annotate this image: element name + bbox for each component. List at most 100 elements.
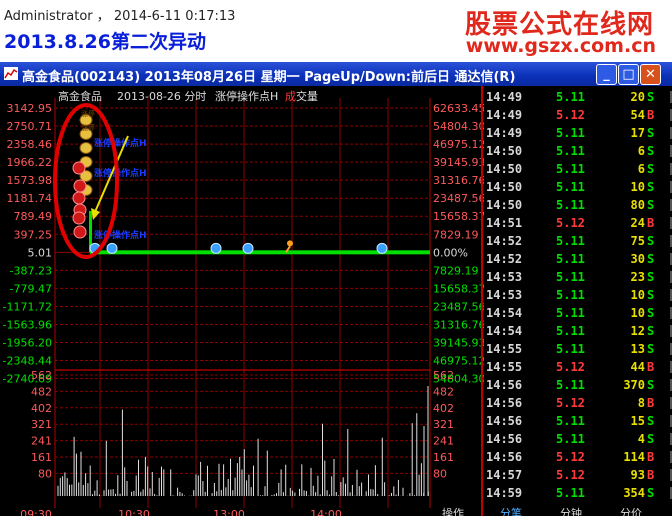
- maximize-button[interactable]: □: [618, 64, 639, 85]
- chart-date-label: 2013-08-26 分时: [117, 90, 206, 103]
- tick-time: 14:54: [486, 306, 523, 320]
- tick-row[interactable]: 14:51 5.12 24 B: [484, 214, 672, 232]
- tick-volume: 15: [630, 414, 645, 428]
- tick-volume: 4: [637, 432, 645, 446]
- tick-row[interactable]: 14:55 5.11 13 S: [484, 340, 672, 358]
- tick-time: 14:50: [486, 144, 523, 158]
- price-axis-label: 1573.98: [7, 174, 53, 187]
- time-axis-label: 10:30: [118, 508, 150, 516]
- tick-time: 14:59: [486, 486, 523, 500]
- tab-3[interactable]: 分价: [620, 507, 642, 516]
- tick-row[interactable]: 14:54 5.11 12 S: [484, 322, 672, 340]
- tick-flag: S: [647, 252, 655, 266]
- tick-row[interactable]: 14:52 5.11 30 S: [484, 250, 672, 268]
- tick-time: 14:51: [486, 216, 523, 230]
- tick-row[interactable]: 14:55 5.12 44 B: [484, 358, 672, 376]
- tick-time: 14:56: [486, 450, 523, 464]
- tick-row[interactable]: 14:56 5.11 15 S: [484, 412, 672, 430]
- tick-row[interactable]: 14:49 5.12 54 B: [484, 106, 672, 124]
- window-title: 高金食品(002143) 2013年08月26日 星期一 PageUp/Down…: [22, 70, 516, 85]
- tick-time: 14:56: [486, 378, 523, 392]
- app-icon: [4, 67, 18, 80]
- tick-flag: S: [647, 90, 655, 104]
- blue-ball-marker: [106, 242, 118, 254]
- percent-axis-label: 23487.56: [433, 192, 484, 205]
- indicator-label: 涨停操作点H: [215, 89, 278, 103]
- tick-volume: 54: [630, 108, 645, 122]
- tick-price: 5.11: [556, 180, 585, 194]
- tick-price: 5.11: [556, 90, 585, 104]
- tick-row[interactable]: 14:52 5.11 75 S: [484, 232, 672, 250]
- page-header: Administrator ， 2014-6-11 0:17:13 2013.8…: [0, 0, 672, 62]
- tick-row[interactable]: 14:50 5.11 10 S: [484, 178, 672, 196]
- tick-flag: S: [647, 180, 655, 194]
- tick-row[interactable]: 14:57 5.12 93 B: [484, 466, 672, 484]
- price-axis-label: 2358.46: [7, 138, 53, 151]
- tick-price: 5.12: [556, 360, 585, 374]
- percent-axis-label: 7829.19: [433, 264, 479, 277]
- tick-row[interactable]: 14:53 5.11 23 S: [484, 268, 672, 286]
- tick-row[interactable]: 14:54 5.11 10 S: [484, 304, 672, 322]
- tick-row[interactable]: 14:56 5.11 370 S: [484, 376, 672, 394]
- price-axis-label: -1171.72: [3, 300, 52, 313]
- tick-flag: B: [647, 360, 655, 374]
- price-axis-label: 789.49: [14, 210, 53, 223]
- tick-time: 14:49: [486, 90, 523, 104]
- tick-price: 5.11: [556, 252, 585, 266]
- window-titlebar[interactable]: 高金食品(002143) 2013年08月26日 星期一 PageUp/Down…: [0, 62, 672, 86]
- percent-axis-label: 7829.19: [433, 228, 479, 241]
- price-axis-label: 1966.22: [7, 156, 53, 169]
- blue-ball-marker: [210, 242, 222, 254]
- brand-url[interactable]: www.gszx.com.cn: [466, 35, 656, 57]
- tick-time: 14:49: [486, 108, 523, 122]
- tick-row[interactable]: 14:56 5.12 114 B: [484, 448, 672, 466]
- tick-price: 5.11: [556, 414, 585, 428]
- tick-price: 5.11: [556, 486, 585, 500]
- tick-flag: S: [647, 306, 655, 320]
- volume-axis-label-right: 80: [433, 467, 447, 480]
- ticklist-separator: [481, 86, 483, 516]
- tick-volume: 114: [623, 450, 645, 464]
- tick-flag: B: [647, 396, 655, 410]
- tick-flag: S: [647, 126, 655, 140]
- volume-label: 交量: [296, 89, 318, 103]
- tick-time: 14:52: [486, 252, 523, 266]
- tick-row[interactable]: 14:53 5.11 10 S: [484, 286, 672, 304]
- tab-0[interactable]: 操作: [442, 507, 464, 516]
- tick-flag: S: [647, 342, 655, 356]
- tick-price: 5.12: [556, 450, 585, 464]
- tick-row[interactable]: 14:49 5.11 17 S: [484, 124, 672, 142]
- tab-2[interactable]: 分钟: [560, 507, 582, 516]
- minimize-button[interactable]: _: [596, 64, 617, 85]
- tick-price: 5.11: [556, 198, 585, 212]
- coin-marker: [79, 142, 93, 154]
- price-axis-label: 1181.74: [7, 192, 53, 205]
- tick-price: 5.11: [556, 126, 585, 140]
- time-axis-label: 09:30: [20, 508, 52, 516]
- tick-row[interactable]: 14:50 5.11 6 S: [484, 160, 672, 178]
- tick-row[interactable]: 14:50 5.11 80 S: [484, 196, 672, 214]
- percent-axis-label: 62633.45: [433, 102, 484, 115]
- annotation-label: 涨停操作点H: [94, 137, 147, 149]
- tick-flag: S: [647, 270, 655, 284]
- tick-time: 14:50: [486, 198, 523, 212]
- intraday-chart[interactable]: 3142.95 2750.71 2358.46 1966.22 1573.98 1181.…: [0, 86, 484, 516]
- tick-row[interactable]: 14:56 5.11 4 S: [484, 430, 672, 448]
- tab-1[interactable]: 分笔: [500, 507, 522, 516]
- tick-flag: S: [647, 432, 655, 446]
- tick-price: 5.11: [556, 288, 585, 302]
- tick-flag: B: [647, 216, 655, 230]
- tick-row[interactable]: 14:59 5.11 354 S: [484, 484, 672, 502]
- tick-row[interactable]: 14:50 5.11 6 S: [484, 142, 672, 160]
- price-axis-label: -779.47: [10, 282, 52, 295]
- tick-volume: 75: [630, 234, 645, 248]
- tick-row[interactable]: 14:49 5.11 20 S: [484, 88, 672, 106]
- tick-row[interactable]: 14:56 5.12 8 B: [484, 394, 672, 412]
- percent-axis-label: 46975.12: [433, 355, 484, 368]
- annotation-label: 涨停操作点H: [94, 229, 147, 241]
- price-axis-label: 3142.95: [7, 102, 53, 115]
- tick-time: 14:52: [486, 234, 523, 248]
- blue-ball-marker: [376, 242, 388, 254]
- close-button[interactable]: ✕: [640, 64, 661, 85]
- tick-price: 5.12: [556, 396, 585, 410]
